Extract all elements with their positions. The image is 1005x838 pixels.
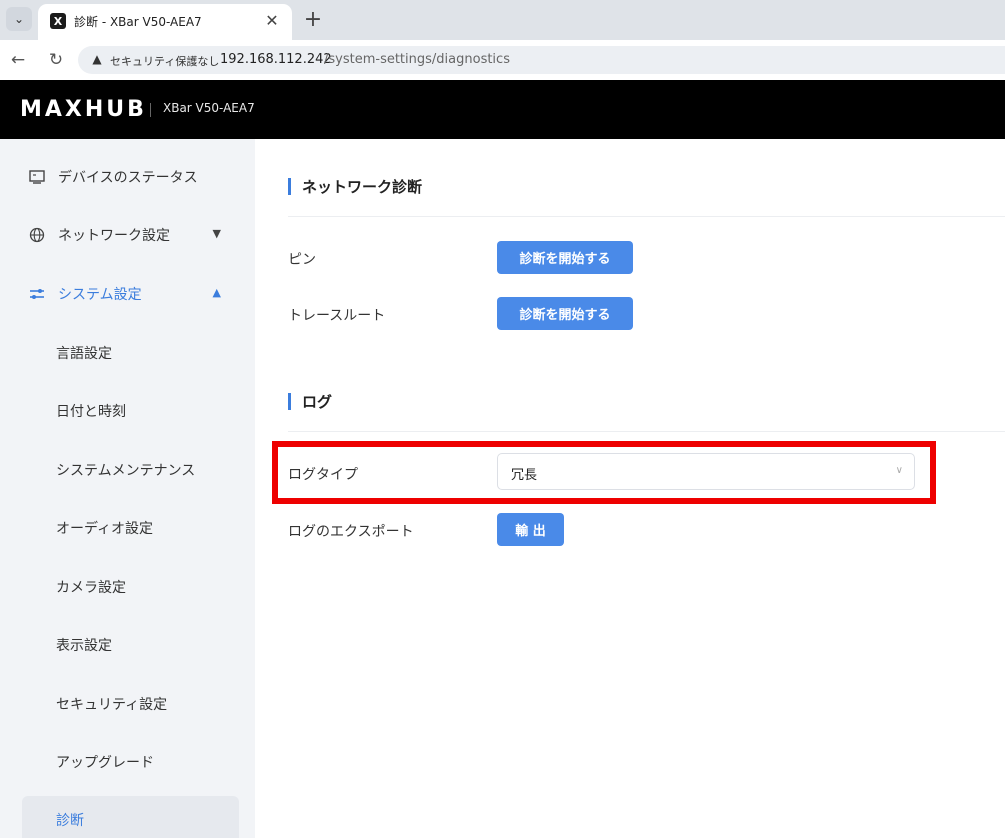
sidebar-item-system-maintenance[interactable]: システムメンテナンス [22, 446, 239, 494]
back-arrow-icon[interactable]: ← [7, 49, 29, 71]
section-accent-bar [288, 393, 291, 410]
sidebar-item-network-settings[interactable]: ネットワーク設定 ▼ [22, 211, 239, 259]
new-tab-plus-icon[interactable]: + [300, 6, 326, 32]
sidebar-item-date-time[interactable]: 日付と時刻 [22, 387, 239, 435]
sidebar-item-label: デバイスのステータス [58, 170, 198, 186]
browser-tabstrip: ⌄ X 診断 - XBar V50-AEA7 ✕ + [0, 0, 1005, 40]
reload-icon[interactable]: ↻ [45, 49, 67, 71]
chevron-up-icon: ▲ [212, 286, 221, 299]
sliders-icon [28, 285, 46, 303]
sidebar-item-diagnostics[interactable]: 診断 [22, 796, 239, 838]
sidebar-item-audio[interactable]: オーディオ設定 [22, 504, 239, 552]
chevron-down-icon: ▼ [212, 227, 221, 240]
section-network-diagnostics: ネットワーク診断 [288, 176, 422, 197]
section-accent-bar [288, 178, 291, 195]
sidebar-item-display[interactable]: 表示設定 [22, 621, 239, 669]
security-status-label[interactable]: セキュリティ保護なし [110, 53, 219, 69]
sidebar-item-label: ネットワーク設定 [58, 228, 170, 244]
log-export-button[interactable]: 輸 出 [497, 513, 564, 546]
sidebar-item-language[interactable]: 言語設定 [22, 329, 239, 377]
close-tab-icon[interactable]: ✕ [262, 10, 282, 30]
highlight-annotation-box [272, 441, 936, 504]
ping-label: ピン [288, 252, 316, 268]
sidebar-item-camera[interactable]: カメラ設定 [22, 563, 239, 611]
monitor-icon [28, 168, 46, 186]
traceroute-start-button[interactable]: 診断を開始する [497, 297, 633, 330]
url-path: /system-settings/diagnostics [324, 52, 510, 67]
brand-logo: MAXHUB [20, 97, 147, 122]
sidebar-item-upgrade[interactable]: アップグレード [22, 738, 239, 786]
log-export-label: ログのエクスポート [288, 524, 414, 540]
url-host: 192.168.112.242 [220, 52, 332, 67]
tab-search-chevron-icon[interactable]: ⌄ [6, 7, 32, 31]
section-title: ネットワーク診断 [302, 178, 423, 196]
ping-start-button[interactable]: 診断を開始する [497, 241, 633, 274]
traceroute-label: トレースルート [288, 308, 386, 324]
address-bar[interactable]: ▲ セキュリティ保護なし 192.168.112.242 /system-set… [78, 46, 1005, 74]
section-divider [288, 216, 1005, 217]
sidebar-item-label: システム設定 [58, 287, 142, 303]
sidebar-item-security[interactable]: セキュリティ設定 [22, 680, 239, 728]
favicon-icon: X [50, 13, 66, 29]
header-divider [150, 103, 151, 117]
tab-title: 診断 - XBar V50-AEA7 [74, 15, 202, 29]
device-name: XBar V50-AEA7 [163, 101, 255, 115]
globe-icon [28, 226, 46, 244]
section-log: ログ [288, 391, 332, 412]
browser-toolbar: ← ↻ ▲ セキュリティ保護なし 192.168.112.242 /system… [0, 40, 1005, 80]
app-header: MAXHUB XBar V50-AEA7 [0, 80, 1005, 139]
sidebar: デバイスのステータス ネットワーク設定 ▼ システム設定 ▲ 言語設定 日付と時… [0, 139, 255, 838]
warning-triangle-icon[interactable]: ▲ [90, 52, 104, 66]
section-title: ログ [302, 393, 333, 411]
section-divider [288, 431, 1005, 432]
browser-tab-active[interactable]: X 診断 - XBar V50-AEA7 ✕ [38, 4, 292, 40]
sidebar-item-system-settings[interactable]: システム設定 ▲ [22, 270, 239, 318]
sidebar-item-device-status[interactable]: デバイスのステータス [22, 153, 239, 201]
